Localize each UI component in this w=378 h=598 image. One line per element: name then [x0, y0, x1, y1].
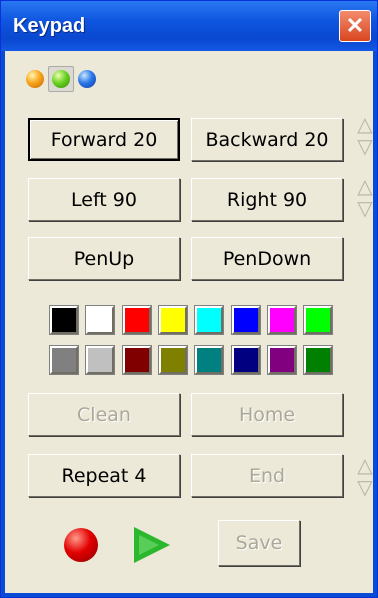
- color-swatch[interactable]: [230, 345, 261, 375]
- color-swatch[interactable]: [49, 305, 79, 335]
- angle-up-icon[interactable]: △: [354, 176, 376, 198]
- color-swatch[interactable]: [85, 305, 116, 335]
- forward-button[interactable]: Forward 20: [28, 118, 180, 161]
- repeat-up-icon[interactable]: △: [354, 455, 376, 477]
- play-highlight: [139, 535, 159, 555]
- color-swatch[interactable]: [85, 345, 116, 375]
- color-swatch[interactable]: [303, 305, 334, 335]
- end-button[interactable]: End: [191, 454, 343, 497]
- blue-ball-icon[interactable]: [78, 70, 96, 88]
- color-swatch[interactable]: [194, 305, 225, 335]
- color-swatch[interactable]: [230, 305, 261, 335]
- backward-button[interactable]: Backward 20: [191, 118, 343, 161]
- repeat-down-icon[interactable]: ▽: [354, 477, 376, 499]
- window-title: Keypad: [13, 15, 86, 37]
- green-ball-icon[interactable]: [48, 66, 74, 92]
- orange-ball-icon[interactable]: [26, 70, 44, 88]
- repeat-button[interactable]: Repeat 4: [28, 454, 180, 497]
- clean-button[interactable]: Clean: [28, 393, 180, 436]
- penup-button[interactable]: PenUp: [28, 237, 180, 280]
- left-button[interactable]: Left 90: [28, 178, 180, 221]
- color-swatch[interactable]: [266, 305, 297, 335]
- color-swatch[interactable]: [121, 305, 152, 335]
- close-button[interactable]: ✕: [339, 10, 371, 42]
- color-swatch[interactable]: [157, 345, 188, 375]
- color-swatch[interactable]: [303, 345, 334, 375]
- step-spinner[interactable]: △ ▽: [354, 114, 376, 160]
- title-bar[interactable]: Keypad ✕: [1, 1, 377, 51]
- right-button[interactable]: Right 90: [191, 178, 343, 221]
- step-up-icon[interactable]: △: [354, 114, 376, 136]
- angle-down-icon[interactable]: ▽: [354, 198, 376, 220]
- color-swatch[interactable]: [194, 345, 225, 375]
- angle-spinner[interactable]: △ ▽: [354, 176, 376, 222]
- color-swatch[interactable]: [266, 345, 297, 375]
- color-swatch[interactable]: [49, 345, 79, 375]
- save-button[interactable]: Save: [218, 520, 300, 566]
- close-icon: ✕: [345, 13, 365, 38]
- repeat-spinner[interactable]: △ ▽: [354, 455, 376, 501]
- color-swatch[interactable]: [121, 345, 152, 375]
- pendown-button[interactable]: PenDown: [191, 237, 343, 280]
- color-swatch[interactable]: [157, 305, 188, 335]
- record-icon[interactable]: [64, 528, 98, 562]
- home-button[interactable]: Home: [191, 393, 343, 436]
- step-down-icon[interactable]: ▽: [354, 136, 376, 158]
